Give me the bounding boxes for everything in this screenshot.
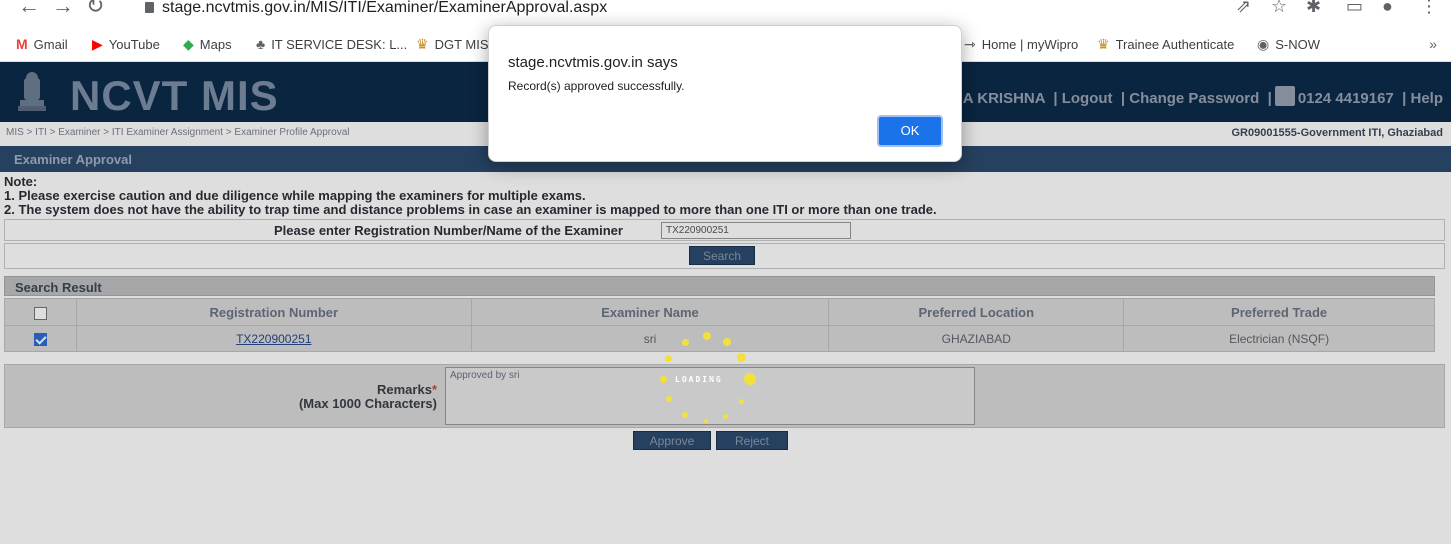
gmail-icon: M (16, 36, 28, 52)
address-bar[interactable]: stage.ncvtmis.gov.in/MIS/ITI/Examiner/Ex… (145, 0, 607, 16)
spinner-dot (703, 332, 711, 340)
bookmark-star-icon[interactable]: ☆ (1271, 0, 1287, 17)
help-link[interactable]: Help (1410, 90, 1443, 107)
column-header: Registration Number (75, 298, 472, 326)
spinner-dot (682, 339, 689, 346)
search-input[interactable] (661, 222, 851, 239)
search-result-title: Search Result (15, 280, 102, 295)
share-icon[interactable]: ⇗ (1236, 0, 1251, 17)
search-row: Please enter Registration Number/Name of… (4, 219, 1445, 241)
registration-cell: TX220900251 (75, 325, 472, 352)
phone-icon (1274, 86, 1295, 106)
examiner-name-cell: sri (470, 325, 830, 352)
national-emblem-icon (18, 72, 46, 111)
spinner-dot (682, 412, 688, 418)
search-label: Please enter Registration Number/Name of… (274, 223, 623, 238)
remarks-label: Remarks* (Max 1000 Characters) (298, 382, 437, 411)
youtube-icon: ▶ (92, 36, 103, 52)
spinner-dot (666, 396, 672, 402)
spinner-dot (744, 373, 756, 385)
url-text: stage.ncvtmis.gov.in/MIS/ITI/Examiner/Ex… (162, 0, 608, 16)
spinner-dot (737, 353, 746, 362)
spinner-dot (723, 414, 728, 419)
change-password-link[interactable]: Change Password (1129, 90, 1259, 107)
row-checkbox[interactable] (33, 332, 47, 346)
row-select-cell (4, 325, 77, 352)
search-button-row: Search (4, 243, 1445, 269)
column-header: Examiner Name (470, 298, 830, 326)
reject-button[interactable]: Reject (716, 431, 788, 450)
section-title: Examiner Approval (14, 152, 133, 167)
dialog-message: Record(s) approved successfully. (508, 79, 685, 93)
preferred-trade-cell: Electrician (NSQF) (1123, 325, 1435, 352)
reload-icon[interactable]: ↻ (86, 0, 104, 19)
registration-link[interactable]: TX220900251 (236, 332, 311, 346)
required-asterisk: * (431, 382, 437, 397)
bookmarks-more-button[interactable]: » (1429, 36, 1437, 52)
loading-spinner: LOADING (660, 332, 760, 423)
bookmark-mywipro[interactable]: ⇾ Home | myWipro (964, 36, 1078, 53)
back-arrow-icon[interactable]: ← (18, 0, 40, 19)
remarks-hint: (Max 1000 Characters) (298, 396, 437, 411)
extensions-icon[interactable]: ✱ (1306, 0, 1321, 17)
menu-kebab-icon[interactable]: ⋮ (1420, 0, 1438, 17)
spinner-dot (739, 399, 744, 404)
lock-icon (145, 2, 154, 13)
breadcrumb: MIS > ITI > Examiner > ITI Examiner Assi… (6, 127, 350, 138)
note-line-2: 2. The system does not have the ability … (4, 202, 937, 217)
forward-arrow-icon[interactable]: → (52, 0, 74, 19)
emblem-icon: ♛ (1097, 36, 1110, 52)
alert-dialog: stage.ncvtmis.gov.in says Record(s) appr… (488, 25, 962, 162)
select-all-cell (4, 298, 77, 326)
browser-toolbar: ← → ↻ stage.ncvtmis.gov.in/MIS/ITI/Exami… (0, 0, 1451, 26)
bookmark-s-now[interactable]: ◉ S-NOW (1257, 36, 1320, 53)
bookmark-dgt-mis[interactable]: ♛ DGT MIS (416, 36, 489, 53)
user-name: HA KRISHNA (951, 90, 1046, 107)
site-title: NCVT MIS (70, 72, 279, 119)
spinner-dot (723, 338, 731, 346)
ok-button[interactable]: OK (877, 115, 943, 147)
note-heading: Note: (4, 174, 38, 189)
spinner-dot (704, 419, 708, 423)
preferred-location-cell: GHAZIABAD (828, 325, 1125, 352)
header-links: HA KRISHNA | Logout | Change Password | 0… (952, 86, 1443, 107)
service-desk-icon: ♣ (256, 36, 266, 52)
spinner-dot (660, 376, 667, 383)
logout-link[interactable]: Logout (1062, 90, 1113, 107)
dialog-title: stage.ncvtmis.gov.in says (508, 54, 678, 71)
maps-icon: ◆ (183, 36, 194, 52)
bookmark-maps[interactable]: ◆ Maps (183, 36, 232, 53)
search-button[interactable]: Search (689, 246, 755, 265)
column-header: Preferred Location (828, 298, 1125, 326)
loading-text: LOADING (675, 375, 723, 384)
emblem-icon: ♛ (416, 36, 429, 52)
bookmark-it-service-desk[interactable]: ♣ IT SERVICE DESK: L... (256, 36, 407, 52)
select-all-checkbox[interactable] (33, 306, 47, 320)
center-code: GR09001555-Government ITI, Ghaziabad (1231, 127, 1443, 139)
tab-view-icon[interactable]: ▭ (1346, 0, 1363, 17)
note-line-1: 1. Please exercise caution and due dilig… (4, 188, 586, 203)
spinner-dot (665, 355, 672, 362)
bookmark-trainee-authenticate[interactable]: ♛ Trainee Authenticate (1097, 36, 1234, 53)
search-result-header: Search Result (4, 276, 1435, 296)
approve-button[interactable]: Approve (633, 431, 711, 450)
globe-icon: ◉ (1257, 36, 1270, 52)
note-block: Note: 1. Please exercise caution and due… (4, 175, 937, 217)
bookmark-gmail[interactable]: M Gmail (16, 36, 68, 52)
bookmark-youtube[interactable]: ▶ YouTube (92, 36, 160, 53)
phone-number: 0124 4419167 (1297, 90, 1394, 107)
profile-avatar-icon[interactable]: ● (1382, 0, 1393, 17)
mywipro-icon: ⇾ (964, 36, 976, 52)
column-header: Preferred Trade (1123, 298, 1435, 326)
table-header-row: Registration Number Examiner Name Prefer… (4, 298, 1435, 326)
